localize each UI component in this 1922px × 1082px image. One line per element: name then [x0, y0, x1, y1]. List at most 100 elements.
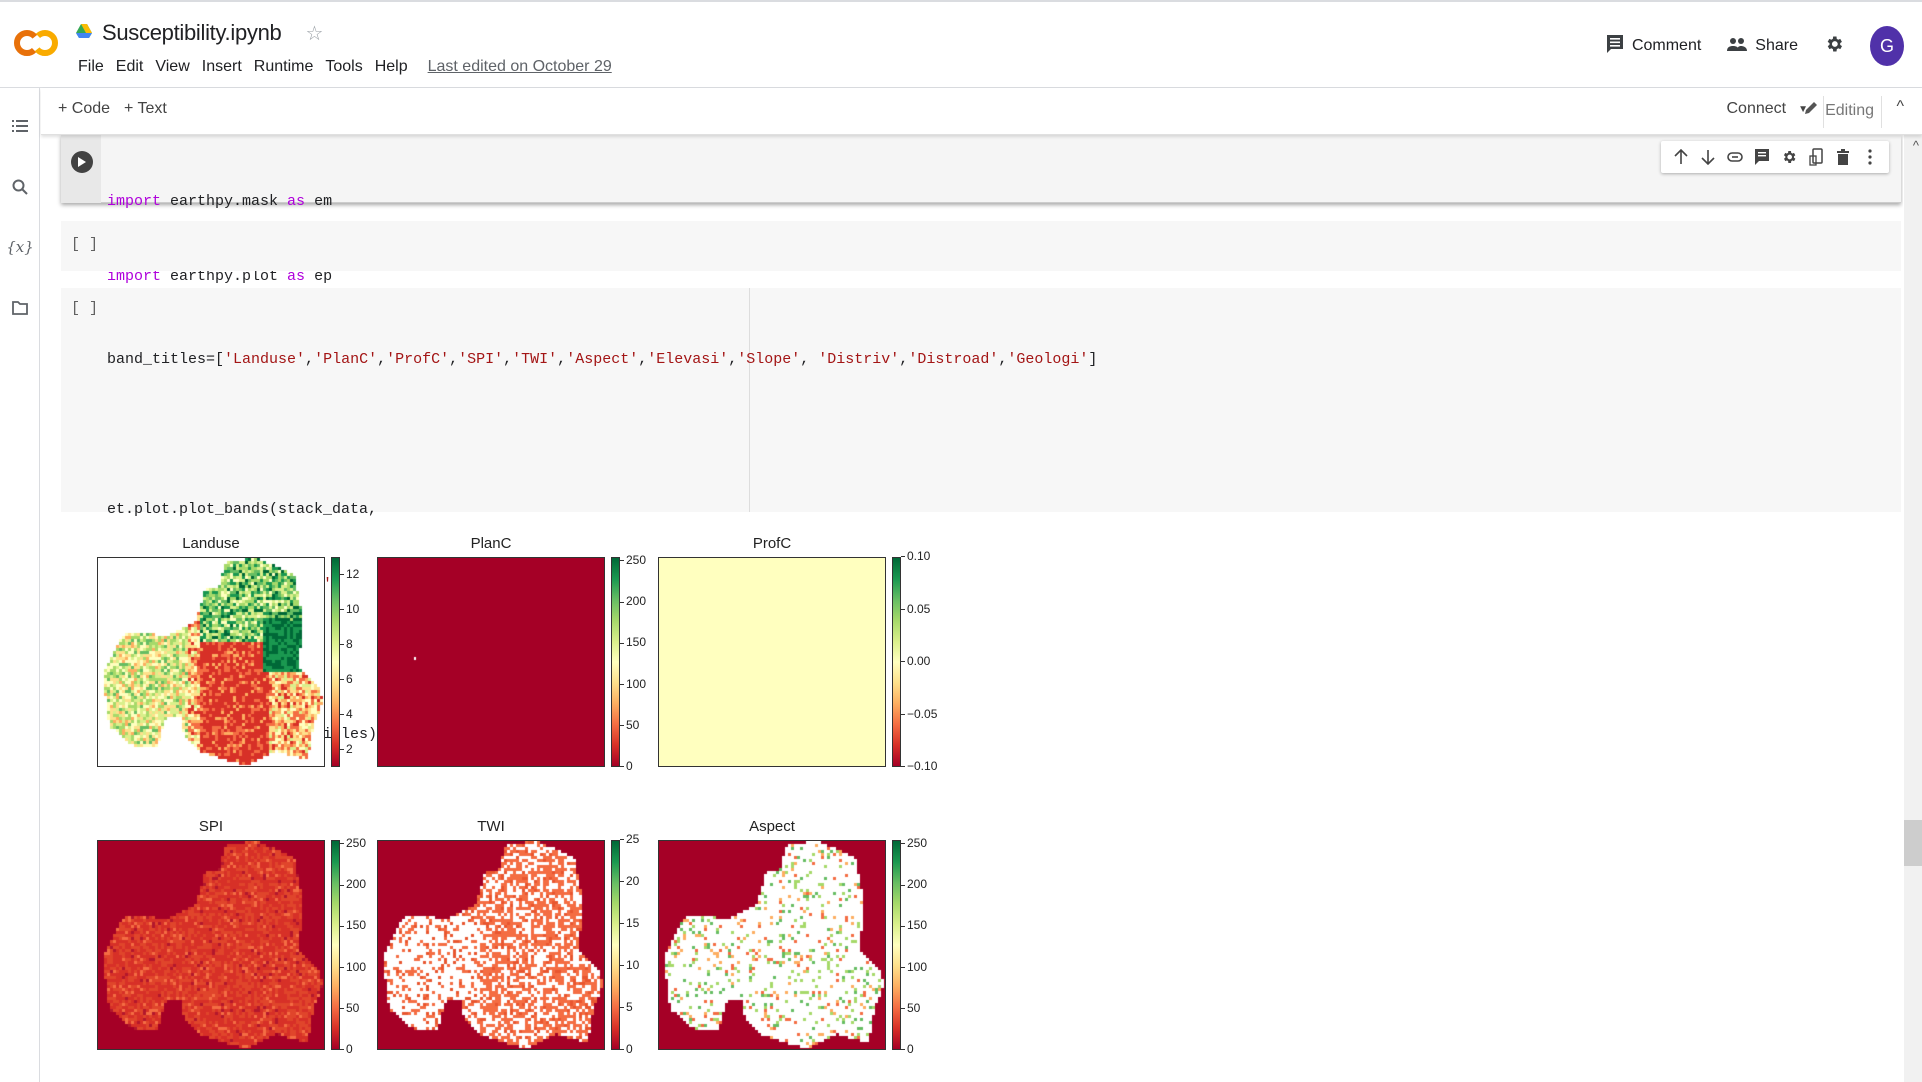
scrollbar-thumb[interactable]: [1904, 820, 1922, 866]
raster-plot-twi: [377, 840, 605, 1050]
add-code-button[interactable]: + Code: [58, 100, 110, 118]
comment-button[interactable]: Comment: [1606, 34, 1701, 59]
notebook-title[interactable]: Susceptibility.ipynb: [102, 20, 282, 46]
move-up-icon[interactable]: [1671, 148, 1690, 167]
menu-tools[interactable]: Tools: [319, 56, 368, 78]
editing-label: Editing: [1825, 101, 1874, 119]
settings-icon[interactable]: [1779, 148, 1798, 167]
code-cell-imports[interactable]: import earthpy.mask as em import earthpy…: [61, 135, 1901, 285]
plot-title: PlanC: [470, 535, 512, 552]
comma: ,: [998, 351, 1008, 368]
more-icon[interactable]: [1860, 148, 1879, 167]
comma: ,: [557, 351, 567, 368]
raster-image: [659, 841, 885, 1049]
colorbar-tick-label: 5: [620, 1000, 633, 1014]
raster-image: [378, 558, 604, 766]
run-cell-button[interactable]: [71, 151, 93, 173]
comment-icon[interactable]: [1752, 148, 1771, 167]
cell-run-bracket[interactable]: [ ]: [71, 236, 98, 253]
scroll-up-arrow-icon[interactable]: ^: [1913, 138, 1919, 153]
colorbar-tick-label: 8: [340, 637, 353, 651]
colorbar-tick-label: 4: [340, 707, 353, 721]
comma: ,: [503, 351, 513, 368]
colorbar-tick-label: 10: [620, 958, 639, 972]
move-down-icon[interactable]: [1698, 148, 1717, 167]
band-title-string: 'TWI': [512, 351, 558, 368]
colorbar-tick-label: 50: [620, 718, 639, 732]
add-text-button[interactable]: + Text: [124, 100, 167, 118]
band-title-string: 'Geologi': [1007, 351, 1089, 368]
app-header: Susceptibility.ipynb ☆ File Edit View In…: [0, 0, 1922, 88]
files-icon[interactable]: [10, 298, 30, 318]
share-button[interactable]: Share: [1727, 37, 1798, 56]
plot-title: Landuse: [182, 535, 240, 552]
comma: ,: [899, 351, 909, 368]
last-edited-link[interactable]: Last edited on October 29: [424, 56, 616, 78]
code-cell-plot-bands[interactable]: [ ] band_titles=['Landuse','PlanC','Prof…: [61, 288, 1901, 893]
cell-run-bracket[interactable]: [ ]: [71, 300, 98, 317]
delete-icon[interactable]: [1833, 148, 1852, 167]
notebook-toolbar: + Code + Text Connect ▼ Editing ^: [41, 88, 1922, 135]
search-icon[interactable]: [10, 177, 30, 197]
colorbar-tick-label: 0.05: [901, 602, 930, 616]
colorbar-tick-label: 0: [620, 1042, 633, 1056]
notebook-area: import earthpy.mask as em import earthpy…: [41, 135, 1903, 1082]
band-title-string: 'Distriv': [818, 351, 900, 368]
collapse-header-icon[interactable]: ^: [1896, 98, 1904, 116]
drive-icon: [76, 23, 92, 43]
band-title-string: 'SPI': [458, 351, 504, 368]
colorbar-tick-label: 0: [901, 1042, 914, 1056]
variables-icon[interactable]: {x}: [6, 237, 34, 257]
band-title-string: 'Aspect': [566, 351, 639, 368]
code-text: et.plot.plot_bands(stack_data,: [107, 501, 378, 518]
scrollbar-track[interactable]: [1904, 135, 1922, 1082]
code-text: earthpy.mask: [161, 193, 288, 210]
colorbar-tick-label: 6: [340, 672, 353, 686]
colorbar-tick-label: 0: [620, 759, 633, 773]
menu-file[interactable]: File: [72, 56, 110, 78]
star-icon[interactable]: ☆: [305, 21, 323, 46]
band-title-string: 'Landuse': [224, 351, 306, 368]
raster-plot-aspect: [658, 840, 886, 1050]
comment-icon: [1606, 34, 1624, 59]
comma: ,: [728, 351, 738, 368]
comma: ,: [377, 351, 387, 368]
band-title-string: 'PlanC': [314, 351, 378, 368]
link-icon[interactable]: [1725, 148, 1744, 167]
raster-plot-spi: [97, 840, 325, 1050]
colorbar-tick-label: 20: [620, 874, 639, 888]
raster-plot-profc: [658, 557, 886, 767]
colorbar: [331, 840, 340, 1050]
code-line: et.plot.plot_bands(stack_data,: [107, 497, 1097, 522]
colab-logo[interactable]: [13, 26, 58, 60]
menu-help[interactable]: Help: [369, 56, 414, 78]
mirror-cell-icon[interactable]: [1806, 148, 1825, 167]
people-icon: [1727, 37, 1748, 56]
comment-label: Comment: [1631, 37, 1702, 54]
colorbar: [331, 557, 340, 767]
colorbar: [611, 557, 620, 767]
colorbar-tick-label: 25: [620, 832, 639, 846]
band-title-string: 'Slope': [737, 351, 801, 368]
menu-runtime[interactable]: Runtime: [248, 56, 320, 78]
raster-plot-landuse: [97, 557, 325, 767]
menu-edit[interactable]: Edit: [110, 56, 150, 78]
colorbar-tick-label: 0: [340, 1042, 353, 1056]
connect-button[interactable]: Connect ▼: [1727, 100, 1809, 118]
code-line: import earthpy.mask as em: [107, 189, 332, 214]
empty-code-cell[interactable]: [ ]: [61, 221, 1901, 271]
colorbar-tick-label: 150: [901, 918, 927, 932]
plot-title: SPI: [198, 818, 224, 835]
code-text: em: [305, 193, 333, 210]
comma: ,: [638, 351, 648, 368]
raster-image: [98, 558, 324, 766]
keyword: as: [287, 193, 306, 210]
colorbar-tick-label: 10: [340, 602, 359, 616]
menu-view[interactable]: View: [149, 56, 195, 78]
editing-mode-button[interactable]: Editing: [1803, 100, 1874, 121]
table-of-contents-icon[interactable]: [10, 116, 30, 136]
user-avatar[interactable]: G: [1870, 26, 1904, 66]
settings-icon[interactable]: [1824, 34, 1844, 59]
comma: ,: [305, 351, 315, 368]
menu-insert[interactable]: Insert: [196, 56, 248, 78]
